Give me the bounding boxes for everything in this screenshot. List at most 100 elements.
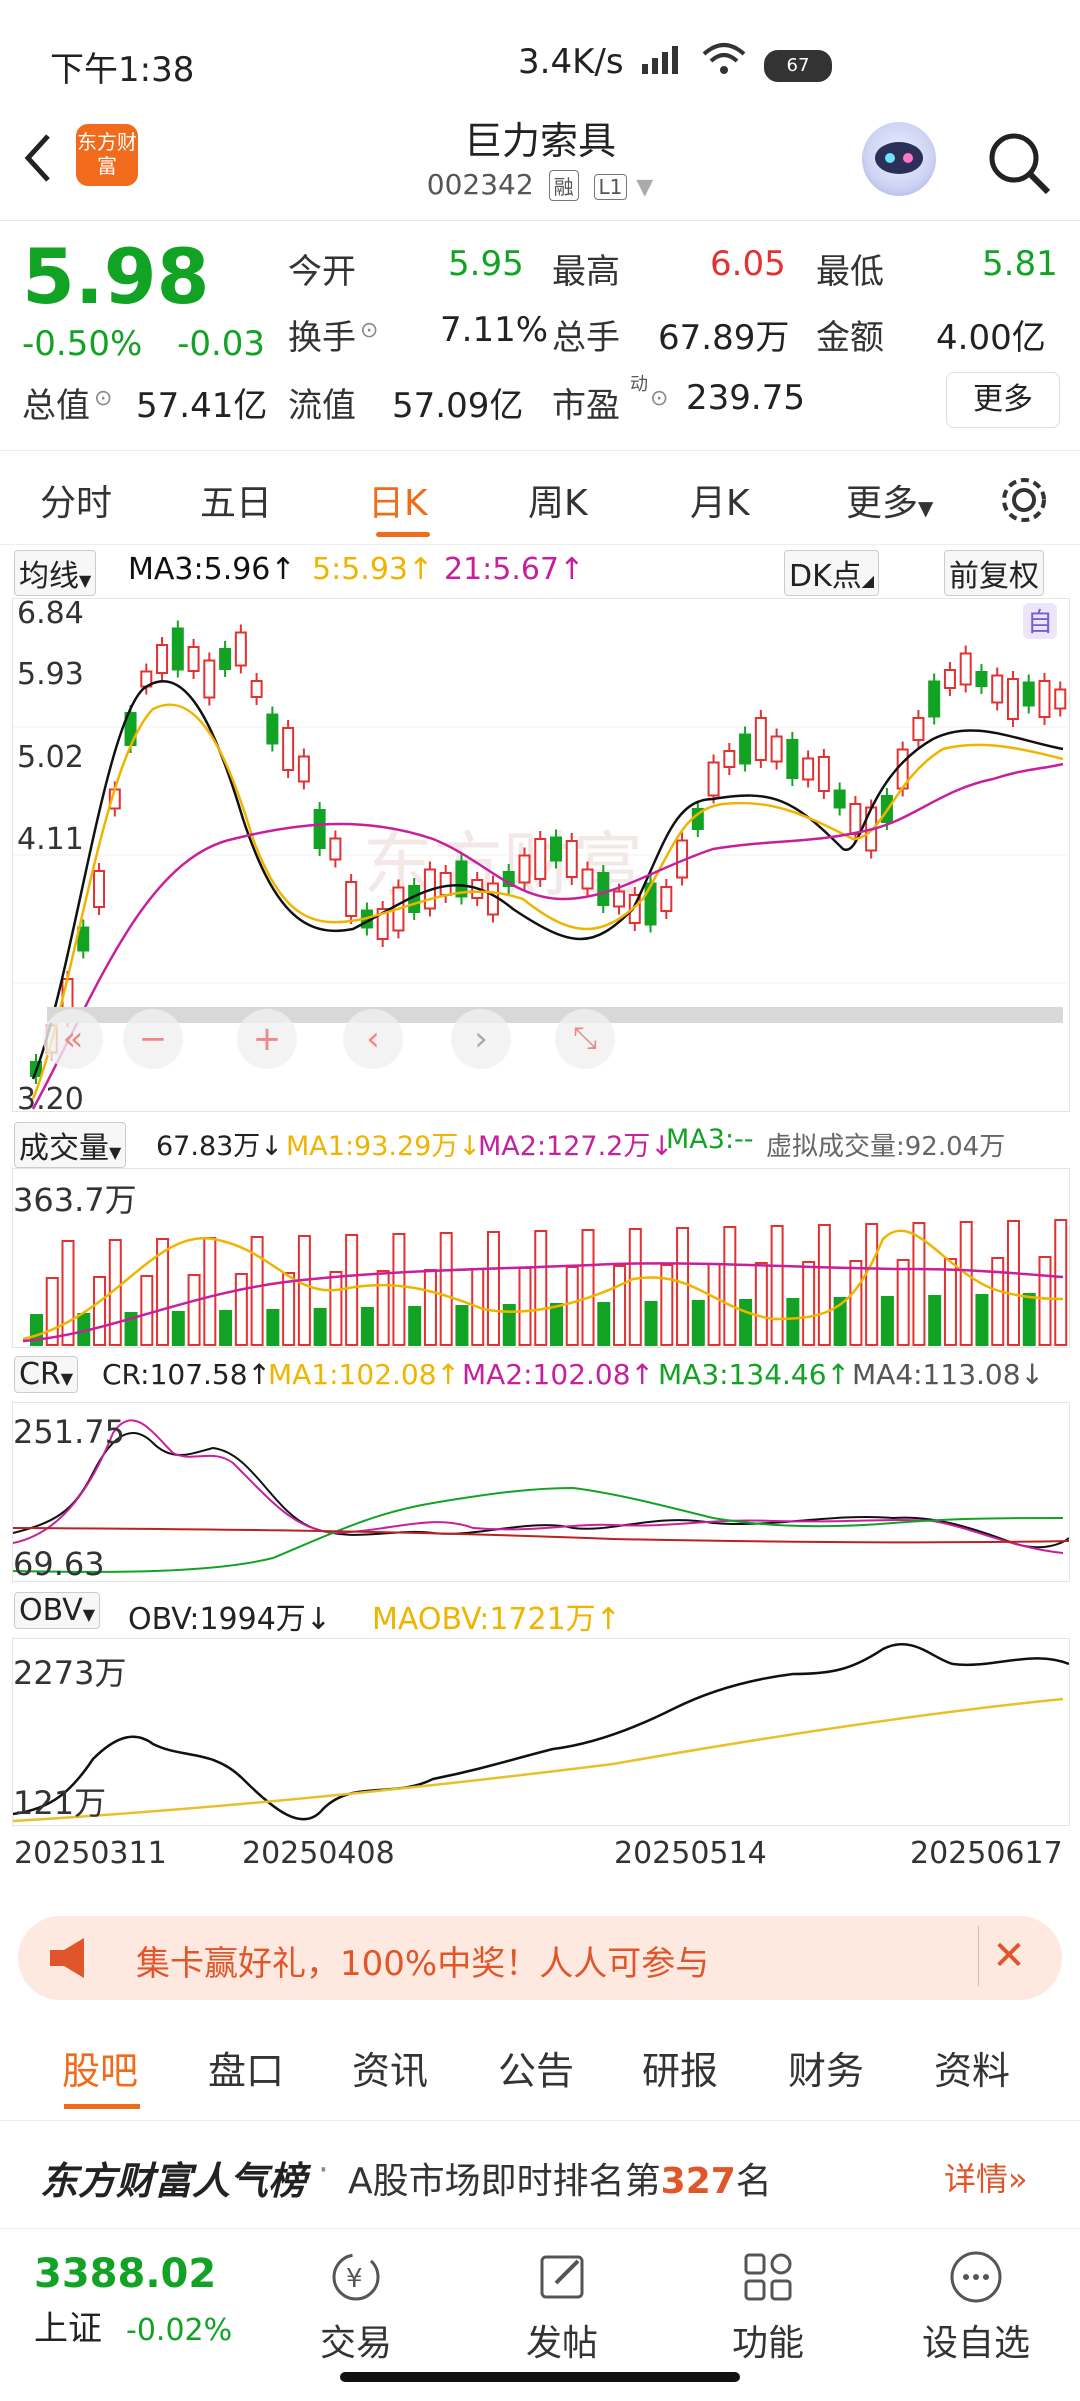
tab-daily-k[interactable]: 日K <box>368 474 428 526</box>
candle <box>297 755 310 783</box>
volume-bar <box>376 1270 390 1346</box>
candle <box>833 789 846 809</box>
tab-research[interactable]: 研报 <box>642 2040 718 2095</box>
volume-bar <box>329 1271 343 1346</box>
tab-news[interactable]: 资讯 <box>352 2040 428 2095</box>
volume-bar <box>739 1299 753 1346</box>
volume-bar <box>408 1306 422 1346</box>
obv-chart[interactable]: 2273万 121万 <box>12 1638 1070 1826</box>
candle <box>1006 678 1019 720</box>
rank-text: A股市场即时排名第327名 <box>348 2152 772 2204</box>
trade-label: 交易 <box>319 2323 392 2364</box>
adjust-select[interactable]: 前复权 <box>944 550 1044 596</box>
period-tabs: 分时 五日 日K 周K 月K 更多▼ <box>0 452 1080 545</box>
volume-chart[interactable]: 363.7万 <box>12 1168 1070 1348</box>
obv-select[interactable]: OBV▼ <box>14 1592 101 1629</box>
candle <box>991 674 1004 704</box>
volume-bar <box>345 1234 359 1346</box>
volume-bar <box>392 1233 406 1346</box>
rank-details-link[interactable]: 详情» <box>944 2154 1028 2200</box>
trade-button[interactable]: ¥ 交易 <box>296 2249 416 2366</box>
info-icon[interactable]: ⊙ <box>94 386 112 411</box>
close-banner-button[interactable]: ✕ <box>978 1926 1039 1986</box>
info-icon[interactable]: ⊙ <box>360 318 378 343</box>
tab-more-label: 更多 <box>846 483 919 524</box>
ma-select[interactable]: 均线▼ <box>14 550 97 596</box>
ma5-value: 5:5.93↑ <box>312 552 434 587</box>
functions-button[interactable]: 功能 <box>708 2249 828 2366</box>
tab-pankou[interactable]: 盘口 <box>208 2040 284 2095</box>
open-value: 5.95 <box>448 244 524 284</box>
volume-bar <box>928 1295 942 1346</box>
open-label: 今开 <box>288 252 356 292</box>
more-button[interactable]: 更多 <box>946 372 1060 428</box>
level-tag: L1 <box>593 174 628 200</box>
volume-bar <box>912 1222 926 1346</box>
self-select-badge: 自 <box>1027 608 1053 638</box>
vol-y-top: 363.7万 <box>13 1181 137 1219</box>
cr-select-label: CR <box>19 1357 61 1392</box>
dot-separator: · <box>318 2150 329 2190</box>
obv-y-bottom: 121万 <box>13 1784 106 1822</box>
volume-value: 67.83万↓ <box>156 1131 283 1162</box>
volume-bar <box>439 1232 453 1346</box>
volume-bar <box>613 1265 627 1346</box>
move-right-button[interactable]: › <box>451 1009 511 1069</box>
kline-chart[interactable]: 东方财富 6.84 5.93 5.02 4.11 3.20 自 « − + ‹ … <box>12 596 1070 1117</box>
functions-label: 功能 <box>731 2323 804 2364</box>
candle <box>975 671 988 687</box>
volume-select[interactable]: 成交量▼ <box>14 1122 127 1168</box>
change-percent: -0.50% <box>22 324 143 364</box>
tab-announcement[interactable]: 公告 <box>498 2040 574 2095</box>
post-button[interactable]: 发帖 <box>502 2249 622 2366</box>
fullscreen-button[interactable]: ⤡ <box>555 1009 615 1069</box>
turnover-value: 7.11% <box>440 310 549 350</box>
cr-ma4: MA4:113.08↓ <box>852 1358 1044 1391</box>
add-watchlist-label: 设自选 <box>921 2323 1030 2364</box>
tab-five-day[interactable]: 五日 <box>200 474 272 526</box>
obv-legend: OBV▼ OBV:1994万↓ MAOBV:1721万↑ <box>14 1592 1070 1637</box>
maobv-line <box>12 1697 1064 1823</box>
tab-weekly-k[interactable]: 周K <box>528 474 588 526</box>
ma-legend: 均线▼ MA3:5.96↑ 5:5.93↑ 21:5.67↑ DK点◢ 前复权 <box>14 550 1070 596</box>
add-watchlist-button[interactable]: 设自选 <box>906 2249 1046 2366</box>
tab-guba[interactable]: 股吧 <box>62 2040 138 2095</box>
candle <box>707 761 720 797</box>
candle <box>754 717 767 761</box>
date-label-1: 20250311 <box>14 1836 167 1871</box>
tab-profile[interactable]: 资料 <box>934 2040 1010 2095</box>
cr-select[interactable]: CR▼ <box>14 1356 79 1393</box>
tab-monthly-k[interactable]: 月K <box>690 474 750 526</box>
home-indicator[interactable] <box>340 2372 740 2382</box>
status-bar: 下午1:38 3.4K/s 67 <box>0 0 1080 110</box>
pe-value: 239.75 <box>686 378 805 418</box>
volume-bar <box>219 1310 233 1346</box>
dk-point-button[interactable]: DK点◢ <box>784 550 880 596</box>
amount-value: 4.00亿 <box>936 318 1046 358</box>
candle <box>770 735 783 763</box>
candle <box>581 868 594 890</box>
candle <box>1038 680 1051 718</box>
tab-intraday[interactable]: 分时 <box>40 474 112 526</box>
info-icon[interactable]: ⊙ <box>650 386 668 411</box>
assistant-avatar[interactable] <box>862 122 936 196</box>
tab-more[interactable]: 更多▼ <box>846 474 933 526</box>
cr-chart[interactable]: 251.75 69.63 <box>12 1402 1070 1583</box>
tab-finance[interactable]: 财务 <box>788 2040 864 2095</box>
search-button[interactable] <box>984 128 1054 198</box>
candle <box>786 739 799 779</box>
settings-button[interactable] <box>996 472 1052 532</box>
scroll-left-button[interactable]: « <box>43 1009 103 1069</box>
low-label: 最低 <box>816 252 884 292</box>
high-value: 6.05 <box>710 244 786 284</box>
popularity-rank[interactable]: 东方财富人气榜 · A股市场即时排名第327名 详情» <box>0 2120 1080 2230</box>
details-label: 详情 <box>944 2160 1009 2198</box>
candle <box>613 890 626 908</box>
zoom-in-button[interactable]: + <box>237 1009 297 1069</box>
index-widget[interactable]: 3388.02 上证 -0.02% <box>34 2251 274 2371</box>
cr-ma2: MA2:102.08↑ <box>462 1358 654 1391</box>
promo-banner[interactable]: 集卡赢好礼，100%中奖！人人可参与 ✕ <box>18 1916 1062 2000</box>
zoom-out-button[interactable]: − <box>123 1009 183 1069</box>
move-left-button[interactable]: ‹ <box>343 1009 403 1069</box>
stock-header: 东方财富 巨力索具 002342 融 L1 ▼ <box>0 110 1080 221</box>
